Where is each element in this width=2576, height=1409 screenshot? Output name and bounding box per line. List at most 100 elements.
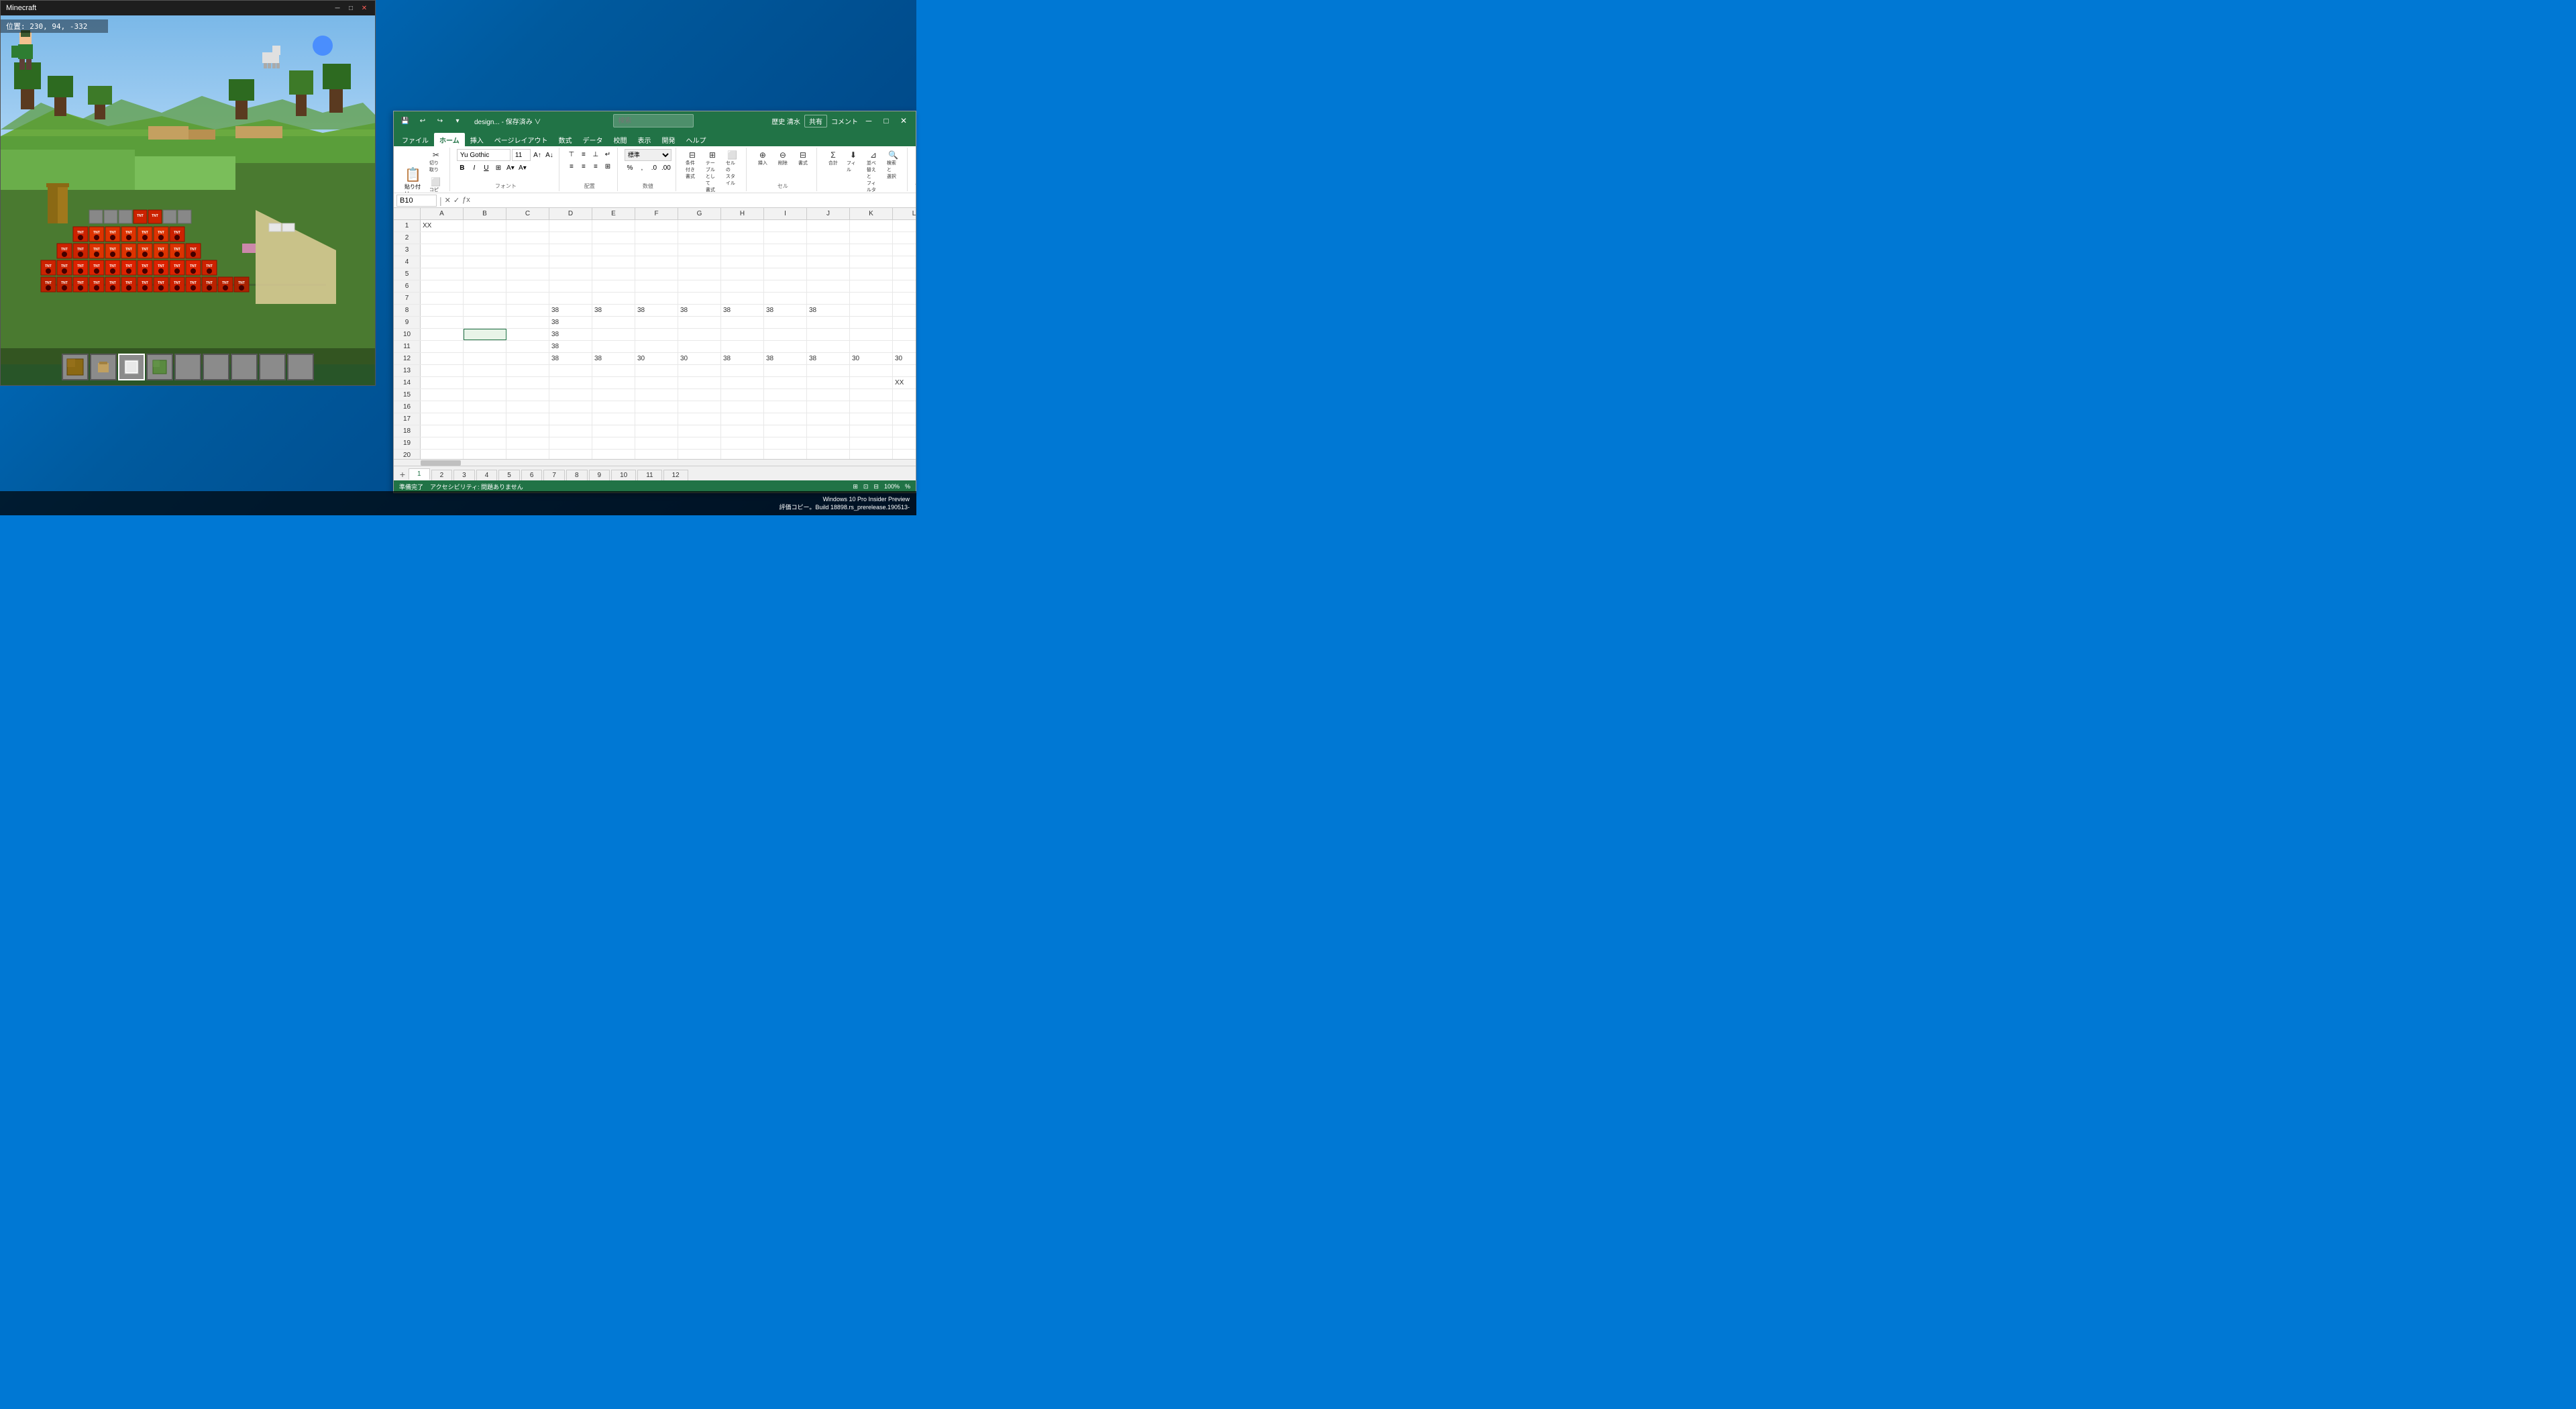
row-num-12[interactable]: 12: [394, 353, 421, 364]
cell-11-F[interactable]: [635, 341, 678, 352]
cell-3-D[interactable]: [549, 244, 592, 256]
cell-13-K[interactable]: [850, 365, 893, 376]
minecraft-minimize-button[interactable]: ─: [332, 3, 343, 13]
ribbon-tab-page-layout[interactable]: ページレイアウト: [489, 133, 553, 146]
cell-12-K[interactable]: 30: [850, 353, 893, 364]
cell-5-K[interactable]: [850, 268, 893, 280]
font-size-input[interactable]: [512, 149, 531, 161]
cell-12-I[interactable]: 38: [764, 353, 807, 364]
ideas-button[interactable]: 💡 アイデア: [914, 149, 916, 182]
cell-8-C[interactable]: [506, 305, 549, 316]
cell-4-B[interactable]: [464, 256, 506, 268]
cell-3-K[interactable]: [850, 244, 893, 256]
cell-13-L[interactable]: [893, 365, 916, 376]
ribbon-tab-help[interactable]: ヘルプ: [681, 133, 712, 146]
fill-color-button[interactable]: A▾: [505, 162, 516, 173]
cell-12-F[interactable]: 30: [635, 353, 678, 364]
cell-1-L[interactable]: [893, 220, 916, 231]
cell-2-G[interactable]: [678, 232, 721, 244]
cell-9-K[interactable]: [850, 317, 893, 328]
row-num-7[interactable]: 7: [394, 293, 421, 304]
cell-8-B[interactable]: [464, 305, 506, 316]
sheet-tab-6[interactable]: 6: [521, 470, 543, 480]
cell-6-J[interactable]: [807, 280, 850, 292]
cell-5-H[interactable]: [721, 268, 764, 280]
cell-11-K[interactable]: [850, 341, 893, 352]
cell-1-I[interactable]: [764, 220, 807, 231]
row-num-14[interactable]: 14: [394, 377, 421, 388]
cell-11-L[interactable]: [893, 341, 916, 352]
sheet-tab-2[interactable]: 2: [431, 470, 453, 480]
cell-9-C[interactable]: [506, 317, 549, 328]
cell-6-D[interactable]: [549, 280, 592, 292]
cell-4-I[interactable]: [764, 256, 807, 268]
cell-13-J[interactable]: [807, 365, 850, 376]
excel-minimize-button[interactable]: ─: [862, 114, 875, 127]
increase-decimal-button[interactable]: .0: [649, 162, 659, 173]
view-page-icon[interactable]: ⊡: [863, 483, 869, 490]
cell-14-E[interactable]: [592, 377, 635, 388]
col-header-A[interactable]: A: [421, 208, 464, 219]
autosum-button[interactable]: Σ 合計: [824, 149, 843, 193]
cell-4-A[interactable]: [421, 256, 464, 268]
cell-7-K[interactable]: [850, 293, 893, 304]
cell-10-E[interactable]: [592, 329, 635, 340]
cell-3-J[interactable]: [807, 244, 850, 256]
merge-button[interactable]: ⊞: [602, 161, 613, 172]
cell-9-L[interactable]: [893, 317, 916, 328]
cell-4-K[interactable]: [850, 256, 893, 268]
cell-14-D[interactable]: [549, 377, 592, 388]
cell-5-A[interactable]: [421, 268, 464, 280]
cell-2-E[interactable]: [592, 232, 635, 244]
cell-10-L[interactable]: [893, 329, 916, 340]
cell-10-G[interactable]: [678, 329, 721, 340]
row-num-13[interactable]: 13: [394, 365, 421, 376]
cell-6-E[interactable]: [592, 280, 635, 292]
minecraft-close-button[interactable]: ✕: [359, 3, 370, 13]
cell-1-K[interactable]: [850, 220, 893, 231]
cell-3-F[interactable]: [635, 244, 678, 256]
cell-style-button[interactable]: ⬜ セルのスタイル: [723, 149, 742, 193]
font-size-increase-button[interactable]: A↑: [532, 150, 543, 160]
ribbon-tab-develop[interactable]: 開発: [657, 133, 681, 146]
cell-1-J[interactable]: [807, 220, 850, 231]
insert-cell-button[interactable]: ⊕ 挿入: [753, 149, 772, 168]
horizontal-scrollbar[interactable]: [394, 459, 916, 466]
row-num-11[interactable]: 11: [394, 341, 421, 352]
minecraft-maximize-button[interactable]: □: [345, 3, 356, 13]
cell-14-K[interactable]: [850, 377, 893, 388]
col-header-I[interactable]: I: [764, 208, 807, 219]
align-middle-button[interactable]: ≡: [578, 149, 589, 160]
row-num-2[interactable]: 2: [394, 232, 421, 244]
sheet-tab-8[interactable]: 8: [566, 470, 588, 480]
col-header-E[interactable]: E: [592, 208, 635, 219]
cell-9-H[interactable]: [721, 317, 764, 328]
excel-undo-icon[interactable]: ↩: [417, 115, 429, 127]
wrap-text-button[interactable]: ↵: [602, 149, 613, 160]
col-header-G[interactable]: G: [678, 208, 721, 219]
cell-14-J[interactable]: [807, 377, 850, 388]
ribbon-tab-file[interactable]: ファイル: [396, 133, 434, 146]
cell-7-C[interactable]: [506, 293, 549, 304]
cell-10-I[interactable]: [764, 329, 807, 340]
cell-8-H[interactable]: 38: [721, 305, 764, 316]
cell-9-D[interactable]: 38: [549, 317, 592, 328]
cell-9-G[interactable]: [678, 317, 721, 328]
cell-2-J[interactable]: [807, 232, 850, 244]
excel-close-button[interactable]: ✕: [897, 114, 910, 127]
cell-12-E[interactable]: 38: [592, 353, 635, 364]
formula-confirm-icon[interactable]: ✓: [453, 196, 460, 205]
delete-cell-button[interactable]: ⊖ 削除: [773, 149, 792, 168]
row-num-15[interactable]: 15: [394, 389, 421, 401]
cell-14-I[interactable]: [764, 377, 807, 388]
ribbon-tab-data[interactable]: データ: [578, 133, 608, 146]
cell-5-B[interactable]: [464, 268, 506, 280]
cell-8-K[interactable]: [850, 305, 893, 316]
cell-6-A[interactable]: [421, 280, 464, 292]
sheet-tab-7[interactable]: 7: [543, 470, 565, 480]
cell-7-H[interactable]: [721, 293, 764, 304]
view-normal-icon[interactable]: ⊞: [853, 483, 858, 490]
cell-11-C[interactable]: [506, 341, 549, 352]
cell-6-I[interactable]: [764, 280, 807, 292]
cell-2-F[interactable]: [635, 232, 678, 244]
